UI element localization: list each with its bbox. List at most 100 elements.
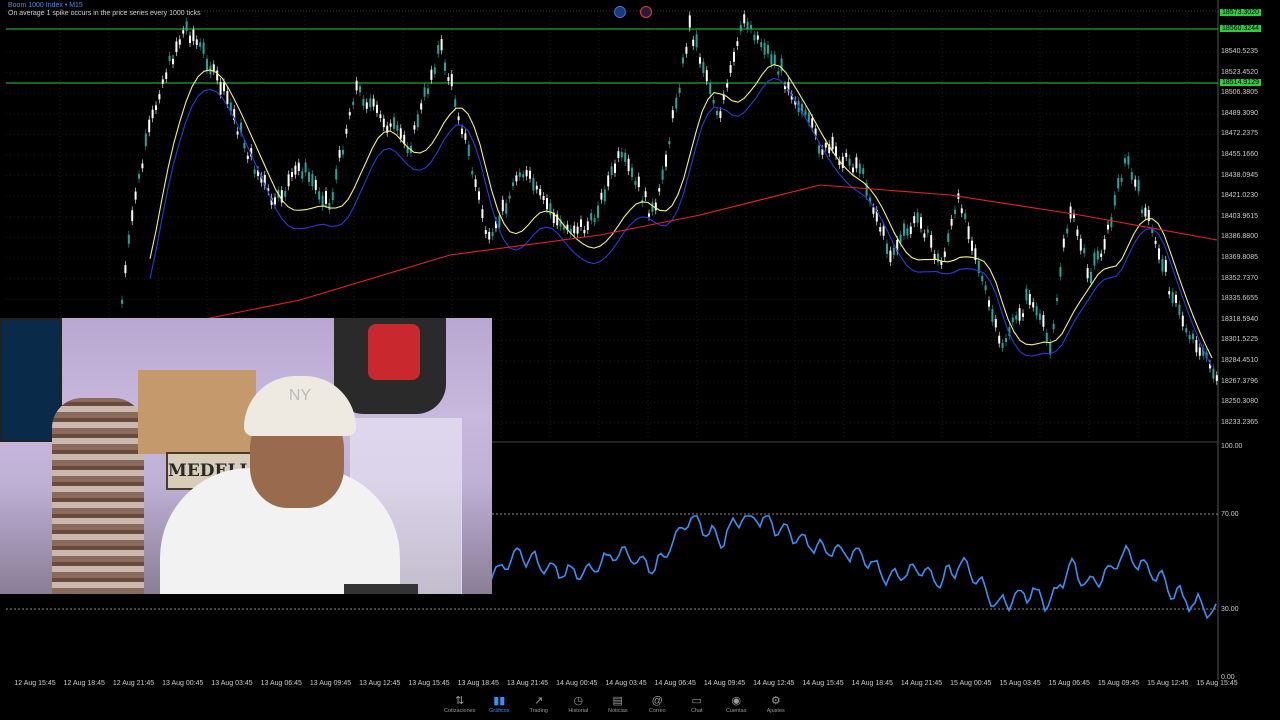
candle-body — [1212, 368, 1215, 379]
candle-body — [1144, 207, 1147, 217]
nav-label: Trading — [529, 708, 548, 714]
rsi-line — [477, 515, 1217, 620]
candle-body — [1039, 313, 1041, 320]
candle-body — [542, 195, 545, 200]
candle-body — [739, 24, 742, 32]
candle-body — [1141, 209, 1143, 214]
price-axis-label: 18369.8085 — [1221, 254, 1258, 261]
candle-body — [535, 185, 538, 190]
candle-body — [454, 99, 457, 107]
candle-body — [318, 191, 321, 200]
level-badge-upper: 18560.3244 — [1220, 25, 1261, 32]
candle-body — [471, 170, 474, 175]
candle-body — [338, 149, 341, 158]
chat-icon: ▭ — [691, 695, 702, 707]
candle-body — [603, 189, 606, 202]
candle-body — [937, 253, 939, 263]
candle-body — [342, 149, 344, 155]
candle-body — [892, 247, 895, 256]
candle-body — [178, 39, 181, 45]
nav-item-cotizaciones[interactable]: ⇅ Cotizaciones — [440, 694, 480, 714]
candle-body — [165, 72, 168, 79]
candle-body — [733, 51, 735, 62]
candle-body — [760, 42, 763, 48]
nav-item-correo[interactable]: @ Correo — [638, 694, 678, 714]
candle-body — [1018, 308, 1021, 321]
candle-body — [325, 191, 327, 204]
candle-body — [1181, 315, 1184, 327]
time-axis-label: 14 Aug 06:45 — [654, 680, 696, 687]
time-axis-label: 14 Aug 12:45 — [753, 680, 795, 687]
candle-body — [695, 34, 698, 48]
candle-body — [1161, 258, 1164, 272]
candle-body — [967, 226, 970, 240]
rsi-level-100: 100.00 — [1221, 443, 1243, 450]
time-axis-label: 15 Aug 15:45 — [1196, 680, 1238, 687]
candle-body — [685, 46, 688, 54]
candle-body — [185, 21, 188, 31]
candle-body — [1052, 323, 1055, 330]
nav-label: Noticias — [607, 708, 628, 714]
time-axis-label: 15 Aug 12:45 — [1147, 680, 1189, 687]
webcam-overlay: MEDELLIN NY — [0, 318, 492, 594]
candle-body — [1154, 240, 1157, 244]
candle-body — [1056, 297, 1058, 302]
nav-item-historial[interactable]: ◷ Historial — [559, 694, 599, 714]
candle-body — [372, 98, 375, 107]
candle-body — [447, 77, 450, 81]
candle-body — [743, 14, 746, 24]
candle-body — [491, 232, 494, 237]
candle-body — [212, 64, 215, 71]
candle-body — [529, 170, 531, 179]
candle-body — [478, 191, 480, 200]
candle-body — [1215, 375, 1218, 381]
candle-body — [189, 35, 191, 44]
candle-body — [467, 144, 470, 156]
clock-icon[interactable] — [640, 6, 652, 18]
candle-body — [195, 39, 198, 46]
candle-body — [1137, 180, 1140, 192]
candle-body — [549, 203, 552, 216]
nav-item-noticias[interactable]: ▤ Noticias — [598, 694, 638, 714]
nav-item-trading[interactable]: ↗ Trading — [519, 694, 559, 714]
candle-body — [328, 203, 331, 210]
candle-body — [522, 174, 525, 178]
nav-item-gráficos[interactable]: ▮▮ Gráficos — [480, 694, 520, 714]
candle-body — [671, 110, 674, 119]
candle-body — [226, 91, 229, 104]
candle-body — [202, 42, 205, 54]
candle-body — [916, 212, 919, 223]
nav-item-ajustes[interactable]: ⚙ Ajustes — [756, 694, 796, 714]
candle-body — [1103, 239, 1106, 250]
candle-body — [359, 86, 361, 93]
rsi-level-30: 30.00 — [1221, 606, 1239, 613]
candle-body — [1032, 302, 1035, 308]
nav-item-cuentas[interactable]: ◉ Cuentas — [717, 694, 757, 714]
candle-body — [658, 188, 661, 192]
candle-body — [1164, 259, 1167, 272]
candle-body — [321, 195, 324, 207]
candle-body — [1011, 317, 1014, 323]
flag-icon[interactable] — [614, 6, 626, 18]
price-axis-label: 18233.2365 — [1221, 418, 1258, 426]
candle-body — [1171, 292, 1174, 303]
candle-body — [688, 15, 691, 28]
candle-body — [848, 158, 851, 166]
nav-item-chat[interactable]: ▭ Chat — [677, 694, 717, 714]
mail-icon: @ — [651, 695, 663, 707]
candle-body — [852, 167, 854, 173]
time-axis-label: 14 Aug 21:45 — [900, 680, 943, 687]
candle-body — [382, 118, 385, 128]
candle-body — [1069, 206, 1072, 219]
time-axis-label: 13 Aug 09:45 — [309, 680, 352, 687]
candle-body — [1127, 156, 1130, 165]
nav-label: Gráficos — [489, 708, 510, 714]
candle-body — [1066, 228, 1069, 234]
candle-body — [1062, 238, 1065, 248]
candle-body — [144, 133, 147, 147]
candle-body — [474, 179, 477, 188]
candle-body — [512, 182, 514, 187]
candle-body — [804, 110, 807, 116]
candle-body — [365, 102, 368, 109]
candle-body — [1185, 328, 1188, 333]
